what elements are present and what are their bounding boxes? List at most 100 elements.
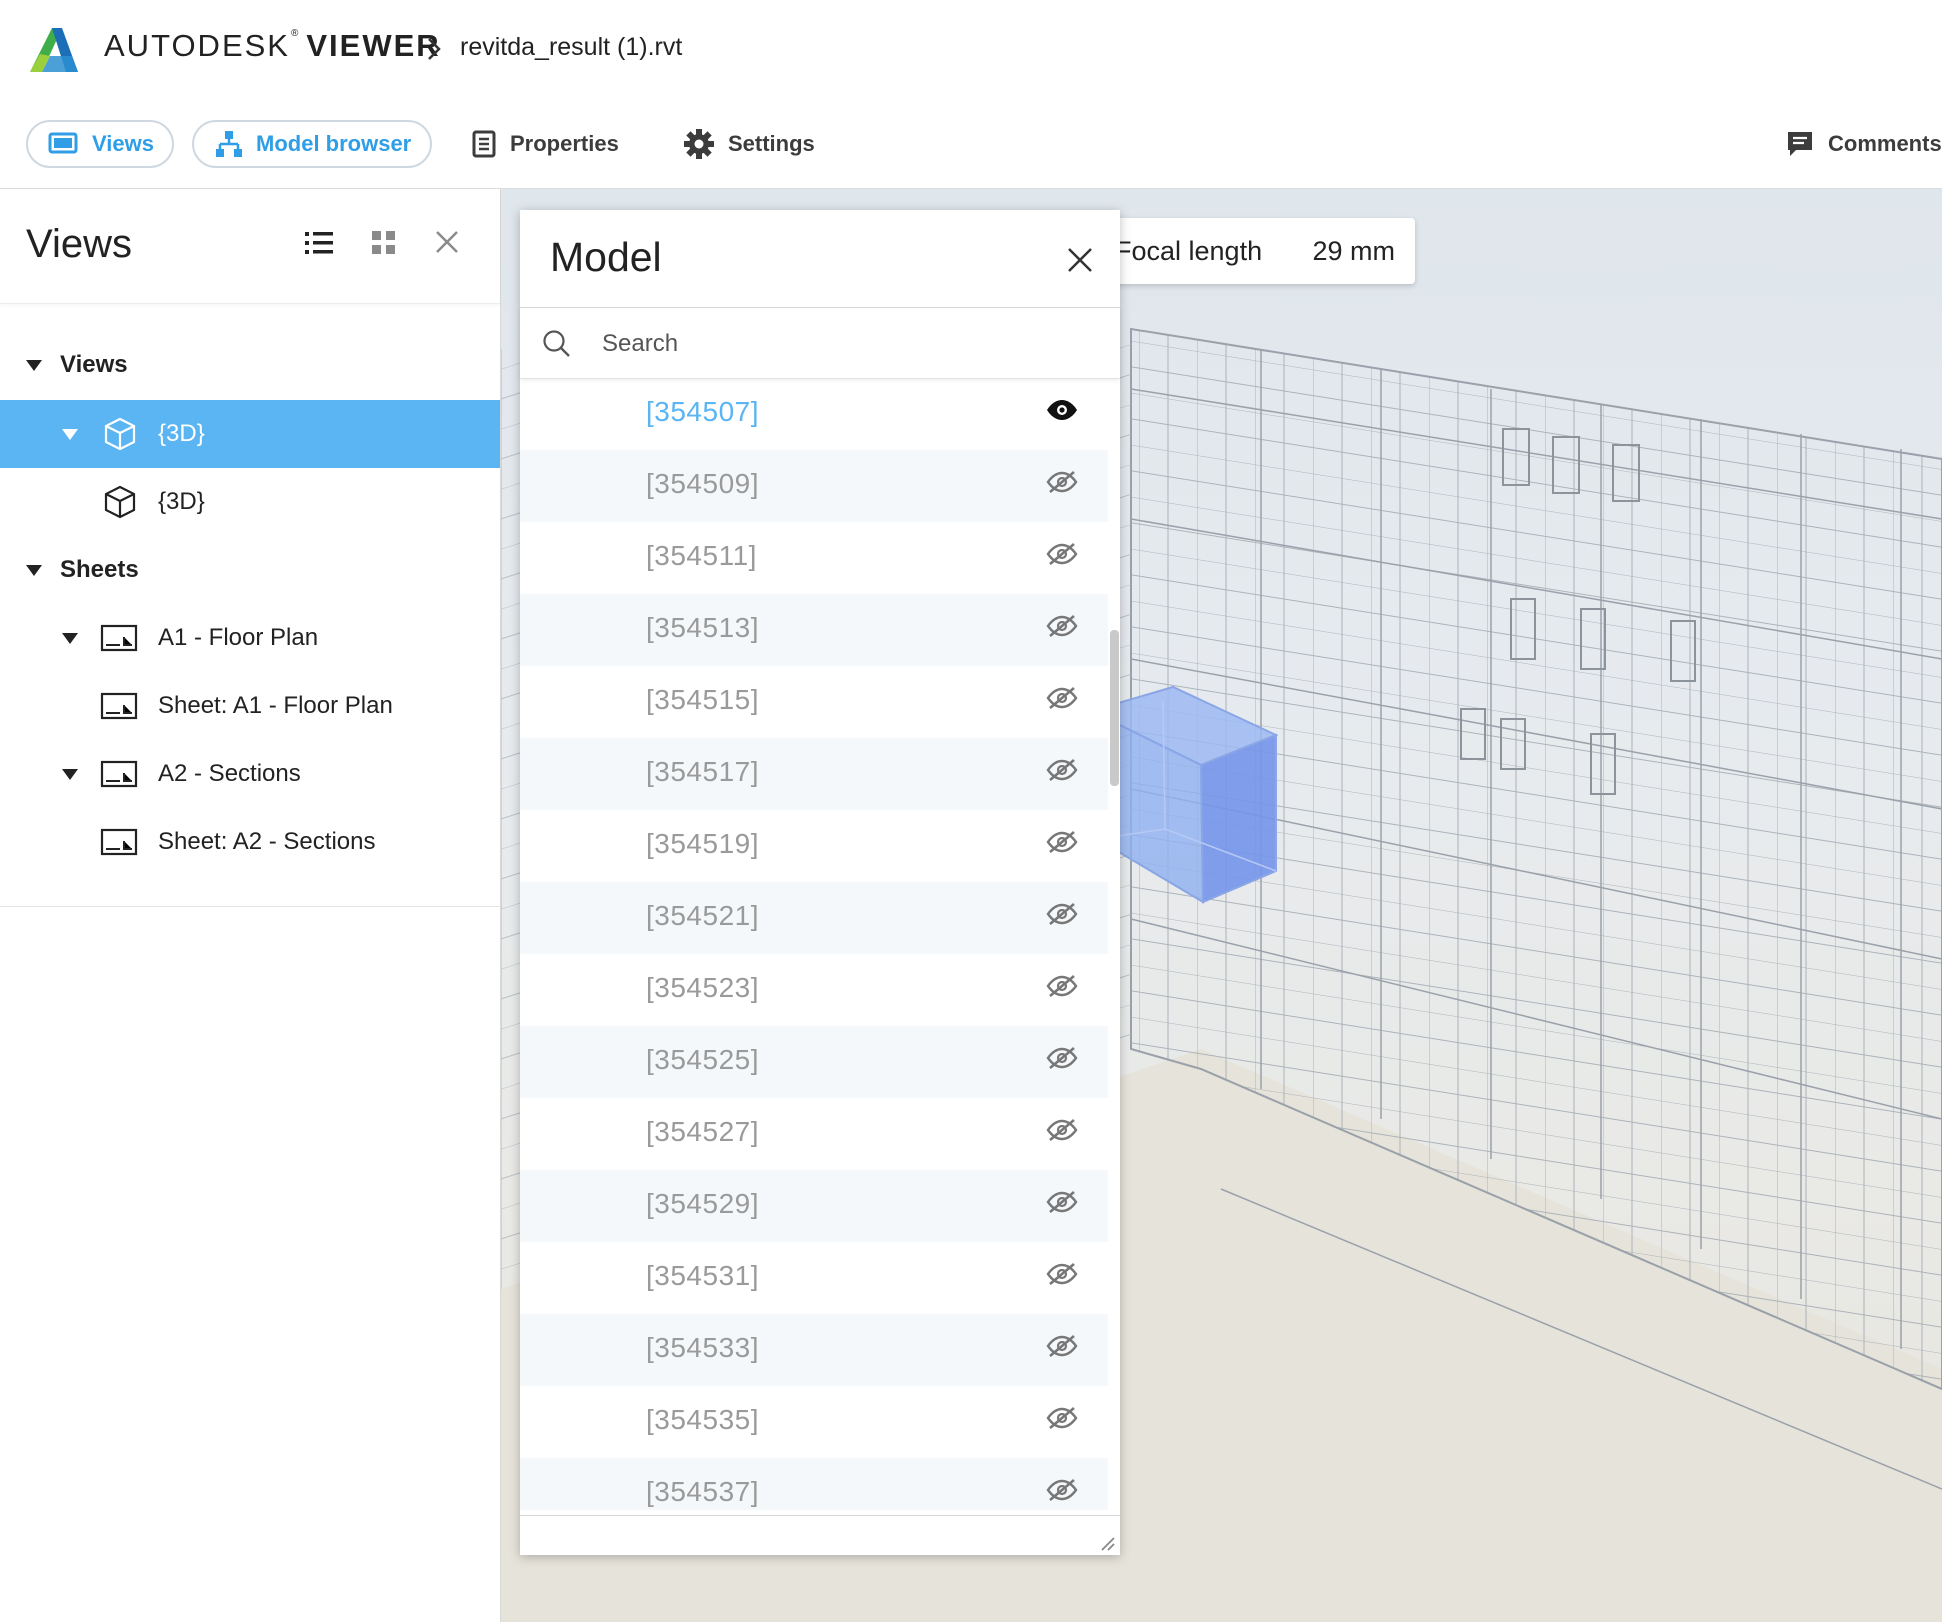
tree-group-label: Views <box>60 351 128 378</box>
views-panel-title: Views <box>26 222 132 266</box>
search-icon <box>543 330 570 357</box>
model-tree-row[interactable]: [354507] <box>520 378 1108 450</box>
sheet-icon <box>100 692 138 720</box>
focal-length-tooltip: Focal length 29 mm <box>1095 218 1415 284</box>
eye-off-icon[interactable] <box>1046 1190 1078 1219</box>
eye-off-icon[interactable] <box>1046 1262 1078 1291</box>
eye-off-icon[interactable] <box>1046 542 1078 571</box>
model-tree-row[interactable]: [354523] <box>520 954 1108 1026</box>
model-tree-row[interactable]: [354533] <box>520 1314 1108 1386</box>
comments-button[interactable]: Comments <box>1786 120 1942 168</box>
settings-button[interactable]: Settings <box>684 120 815 168</box>
model-search-bar <box>520 307 1120 379</box>
properties-button[interactable]: Properties <box>472 120 619 168</box>
model-tree-row[interactable]: [354525] <box>520 1026 1108 1098</box>
model-node-label: [354519] <box>646 828 759 859</box>
model-panel-footer <box>520 1515 1120 1556</box>
monitor-icon <box>48 132 78 154</box>
model-panel-title: Model <box>550 234 662 280</box>
model-node-label: [354521] <box>646 900 759 931</box>
views-panel: Views Views {3D} {3D} Sheets A1 - Floor … <box>0 189 501 1622</box>
breadcrumb-chevron-icon <box>428 38 441 60</box>
brand-title[interactable]: AUTODESK® VIEWER <box>104 28 441 64</box>
model-node-label: [354507] <box>646 396 759 427</box>
model-node-label: [354529] <box>646 1188 759 1219</box>
expand-caret-icon[interactable] <box>62 632 78 644</box>
model-tree-row[interactable]: [354511] <box>520 522 1108 594</box>
model-tree-row[interactable]: [354537] <box>520 1458 1108 1510</box>
eye-off-icon[interactable] <box>1046 1334 1078 1363</box>
list-view-icon[interactable] <box>304 229 334 257</box>
model-search-input[interactable] <box>600 324 1084 364</box>
tree-item-label: Sheet: A1 - Floor Plan <box>158 692 393 719</box>
model-tree-row[interactable]: [354517] <box>520 738 1108 810</box>
sheet-icon <box>100 624 138 652</box>
comments-button-label: Comments <box>1828 131 1942 156</box>
model-browser-panel: Model [354507][354509][354511][354513][3… <box>520 210 1120 1555</box>
model-tree-row[interactable]: [354527] <box>520 1098 1108 1170</box>
expand-caret-icon[interactable] <box>26 359 42 371</box>
tree-item-sheet-a2-sheet[interactable]: Sheet: A2 - Sections <box>0 808 500 876</box>
eye-off-icon[interactable] <box>1046 902 1078 931</box>
model-tree-row[interactable]: [354513] <box>520 594 1108 666</box>
expand-caret-icon[interactable] <box>62 428 78 440</box>
model-tree-row[interactable]: [354521] <box>520 882 1108 954</box>
tree-item-label: A1 - Floor Plan <box>158 624 319 651</box>
brand-name: AUTODESK <box>104 28 290 63</box>
close-icon[interactable] <box>1066 246 1094 274</box>
eye-off-icon[interactable] <box>1046 614 1078 643</box>
sheet-icon <box>100 760 138 788</box>
tree-item-sheet-a1[interactable]: A1 - Floor Plan <box>0 604 500 672</box>
eye-off-icon[interactable] <box>1046 1046 1078 1075</box>
eye-off-icon[interactable] <box>1046 470 1078 499</box>
model-tree-row[interactable]: [354509] <box>520 450 1108 522</box>
expand-caret-icon[interactable] <box>26 564 42 576</box>
gear-icon <box>684 129 714 159</box>
tree-group-views[interactable]: Views <box>0 331 500 399</box>
properties-button-label: Properties <box>510 131 619 156</box>
model-tree-row[interactable]: [354531] <box>520 1242 1108 1314</box>
eye-off-icon[interactable] <box>1046 686 1078 715</box>
model-tree-row[interactable]: [354519] <box>520 810 1108 882</box>
grid-view-icon[interactable] <box>370 229 398 257</box>
resize-grip-icon[interactable] <box>1098 1534 1116 1552</box>
scrollbar-thumb[interactable] <box>1110 630 1119 786</box>
tree-item-sheet-a2[interactable]: A2 - Sections <box>0 740 500 808</box>
eye-off-icon[interactable] <box>1046 830 1078 859</box>
tree-item-3d-selected[interactable]: {3D} <box>0 400 500 468</box>
breadcrumb-filename[interactable]: revitda_result (1).rvt <box>460 33 682 62</box>
model-tree-list[interactable]: [354507] [354509] [354511] [354513] [354515]… <box>520 378 1108 1510</box>
cube-icon <box>104 485 136 519</box>
model-node-label: [354523] <box>646 972 759 1003</box>
tree-item-label: {3D} <box>158 420 205 447</box>
model-browser-button[interactable]: Model browser <box>192 120 432 168</box>
tree-item-label: Sheet: A2 - Sections <box>158 828 376 855</box>
tree-group-sheets[interactable]: Sheets <box>0 536 500 604</box>
model-node-label: [354513] <box>646 612 759 643</box>
model-node-label: [354517] <box>646 756 759 787</box>
model-node-label: [354515] <box>646 684 759 715</box>
model-tree-row[interactable]: [354529] <box>520 1170 1108 1242</box>
eye-off-icon[interactable] <box>1046 1406 1078 1435</box>
eye-off-icon[interactable] <box>1046 1478 1078 1507</box>
main-toolbar: Views Model browser Properties Settings … <box>0 100 1942 189</box>
views-button[interactable]: Views <box>26 120 174 168</box>
close-icon[interactable] <box>434 229 460 255</box>
tree-item-3d[interactable]: {3D} <box>0 468 500 536</box>
eye-icon[interactable] <box>1046 398 1078 427</box>
tree-item-sheet-a1-sheet[interactable]: Sheet: A1 - Floor Plan <box>0 672 500 740</box>
eye-off-icon[interactable] <box>1046 1118 1078 1147</box>
focal-length-label: Focal length <box>1115 235 1263 266</box>
model-node-label: [354533] <box>646 1332 759 1363</box>
eye-off-icon[interactable] <box>1046 974 1078 1003</box>
model-node-label: [354525] <box>646 1044 759 1075</box>
model-node-label: [354527] <box>646 1116 759 1147</box>
expand-caret-icon[interactable] <box>62 768 78 780</box>
settings-button-label: Settings <box>728 131 815 156</box>
tree-item-label: {3D} <box>158 488 205 515</box>
eye-off-icon[interactable] <box>1046 758 1078 787</box>
autodesk-logo-icon <box>30 28 78 72</box>
model-tree-row[interactable]: [354515] <box>520 666 1108 738</box>
model-tree-row[interactable]: [354535] <box>520 1386 1108 1458</box>
views-panel-header: Views <box>0 189 500 304</box>
